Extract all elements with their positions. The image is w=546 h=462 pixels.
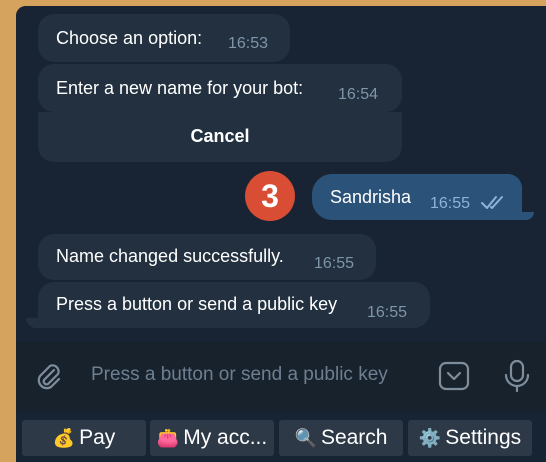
cancel-inline-button[interactable]: Cancel: [38, 112, 402, 162]
keyboard-button-label: My acc...: [183, 426, 268, 449]
message-text: Press a button or send a public key: [56, 294, 338, 314]
paperclip-icon[interactable]: [34, 362, 64, 392]
message-time: 16:55: [367, 304, 408, 321]
gear-icon: ⚙️: [418, 428, 442, 448]
message-text: Name changed successfully.: [56, 246, 284, 266]
message-text: Enter a new name for your bot:: [56, 78, 304, 98]
annotation-badge: 3: [245, 171, 295, 221]
money-bag-icon: 💰: [52, 428, 76, 448]
message-text: Sandrisha: [330, 187, 412, 207]
message-input[interactable]: Press a button or send a public key: [91, 364, 388, 386]
keyboard-button-label: Search: [320, 426, 388, 449]
message-time: 16:53: [228, 35, 269, 52]
keyboard-button-label: Pay: [79, 426, 116, 449]
message-text: Choose an option:: [56, 28, 203, 48]
message-time: 16:55: [430, 195, 471, 212]
message-bubble: Choose an option: 16:53: [38, 14, 290, 62]
microphone-icon[interactable]: [502, 358, 532, 394]
magnifier-icon: 🔍: [294, 428, 317, 448]
message-list[interactable]: Choose an option: 16:53 Enter a new name…: [16, 6, 546, 342]
purse-icon: 👛: [156, 428, 180, 448]
keyboard-button-search[interactable]: 🔍 Search: [279, 420, 403, 456]
message-bubble: Press a button or send a public key 16:5…: [38, 282, 430, 328]
message-bubble: Name changed successfully. 16:55: [38, 234, 376, 280]
message-bubble-outgoing: Sandrisha 16:55: [312, 174, 522, 220]
double-check-icon: [481, 196, 503, 209]
chat-window: Choose an option: 16:53 Enter a new name…: [16, 6, 546, 462]
message-time: 16:54: [338, 86, 379, 103]
incoming-bubble-tail: [26, 318, 42, 328]
keyboard-icon[interactable]: [437, 360, 471, 392]
keyboard-button-pay[interactable]: 💰 Pay: [22, 420, 146, 456]
message-time: 16:55: [314, 255, 355, 272]
keyboard-button-label: Settings: [445, 426, 522, 449]
message-composer: Press a button or send a public key: [16, 342, 546, 412]
outgoing-bubble-tail: [518, 212, 534, 220]
message-bubble: Enter a new name for your bot: 16:54: [38, 64, 402, 112]
bot-keyboard: 💰 Pay 👛 My acc... 🔍 Search ⚙️ Settings: [16, 412, 546, 462]
keyboard-button-my-account[interactable]: 👛 My acc...: [150, 420, 274, 456]
keyboard-button-settings[interactable]: ⚙️ Settings: [408, 420, 532, 456]
